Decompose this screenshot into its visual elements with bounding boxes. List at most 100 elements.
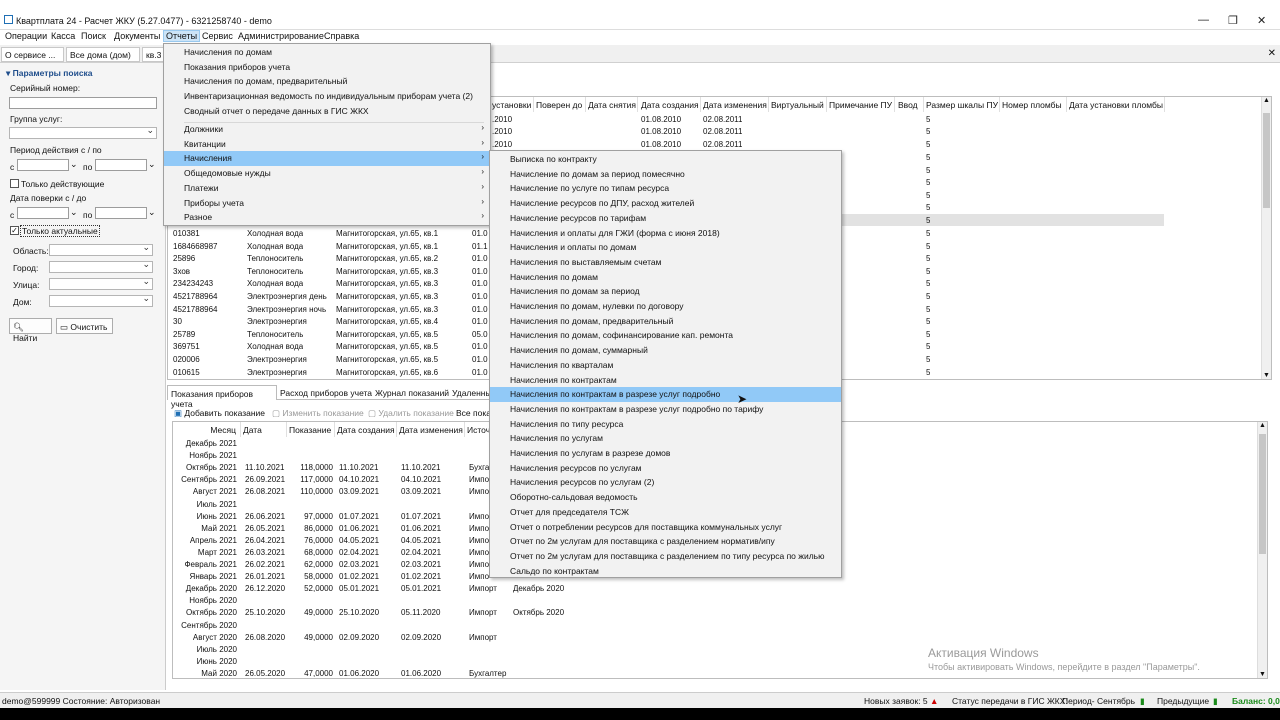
period-to-dropdown-icon[interactable]: ⌄ bbox=[148, 159, 156, 170]
tab-all-houses[interactable]: Все дома (дом) bbox=[66, 47, 140, 62]
submenu-item[interactable]: Начисления по домам за период bbox=[490, 284, 841, 299]
menu-item-group[interactable]: Разное › bbox=[164, 210, 490, 225]
menu-item-report[interactable]: Начисления по домам bbox=[164, 45, 490, 60]
close-icon[interactable]: ✕ bbox=[1257, 14, 1266, 27]
tab-about[interactable]: О сервисе ... bbox=[1, 47, 64, 62]
status-new-requests[interactable]: Новых заявок: 5 bbox=[864, 696, 928, 706]
menu-search[interactable]: Поиск bbox=[79, 31, 108, 41]
menu-item-group[interactable]: Начисления › bbox=[164, 151, 490, 167]
menu-kassa[interactable]: Касса bbox=[49, 31, 77, 41]
only-active-checkbox[interactable] bbox=[10, 179, 19, 188]
tab-deleted[interactable]: Удаленны bbox=[452, 387, 492, 398]
menu-documents[interactable]: Документы bbox=[112, 31, 162, 41]
submenu-item[interactable]: Начисления и оплаты по домам bbox=[490, 240, 841, 255]
submenu-item[interactable]: Начисления по домам, предварительный bbox=[490, 314, 841, 329]
tab-journal[interactable]: Журнал показаний bbox=[375, 387, 449, 398]
search-panel-title[interactable]: ▾ Параметры поиска bbox=[6, 68, 93, 79]
col-month[interactable]: Месяц bbox=[173, 422, 241, 437]
readings-scrollbar[interactable]: ▲ ▼ bbox=[1257, 422, 1267, 678]
col-note[interactable]: Примечание ПУ bbox=[829, 97, 895, 112]
verify-from-dropdown-icon[interactable]: ⌄ bbox=[70, 207, 78, 218]
verify-to-dropdown-icon[interactable]: ⌄ bbox=[148, 207, 156, 218]
edit-reading-button[interactable]: ▢ Изменить показание bbox=[272, 408, 364, 419]
submenu-item[interactable]: Начисление по услуге по типам ресурса bbox=[490, 181, 841, 196]
submenu-item[interactable]: Сальдо по контрактам bbox=[490, 564, 841, 579]
col-removal-date[interactable]: Дата снятия bbox=[588, 97, 638, 112]
submenu-item[interactable]: Начисления по услугам bbox=[490, 431, 841, 446]
city-select[interactable] bbox=[49, 259, 153, 273]
submenu-item[interactable]: Начисления по контрактам в разрезе услуг… bbox=[490, 402, 841, 417]
col-scale[interactable]: Размер шкалы ПУ bbox=[926, 97, 1000, 112]
find-button[interactable]: 🔍︎ Найти bbox=[9, 318, 52, 343]
submenu-item[interactable]: Начисления по домам bbox=[490, 270, 841, 285]
col-virtual[interactable]: Виртуальный bbox=[771, 97, 827, 112]
submenu-item[interactable]: Начисление ресурсов по тарифам bbox=[490, 211, 841, 226]
menu-item-report[interactable]: Показания приборов учета bbox=[164, 60, 490, 75]
submenu-item[interactable]: Начисление ресурсов по ДПУ, расход жител… bbox=[490, 196, 841, 211]
submenu-item[interactable]: Начисления по выставляемым счетам bbox=[490, 255, 841, 270]
submenu-item[interactable]: Отчет по 2м услугам для поставщика с раз… bbox=[490, 534, 841, 549]
menu-admin[interactable]: Администрирование bbox=[236, 31, 326, 41]
col-modified[interactable]: Дата изменения bbox=[703, 97, 769, 112]
submenu-item[interactable]: Начисления ресурсов по услугам bbox=[490, 461, 841, 476]
menu-help[interactable]: Справка bbox=[322, 31, 361, 41]
period-from-input[interactable] bbox=[17, 159, 69, 171]
tab-readings[interactable]: Показания приборов учета bbox=[167, 385, 277, 409]
menu-item-report[interactable]: Начисления по домам, предварительный bbox=[164, 74, 490, 89]
menu-item-report[interactable]: Инвентаризационная ведомость по индивиду… bbox=[164, 89, 490, 104]
only-actual-checkbox[interactable]: ✓ bbox=[10, 226, 19, 235]
submenu-item[interactable]: Выписка по контракту bbox=[490, 152, 841, 167]
meters-scrollbar[interactable]: ▲ ▼ bbox=[1261, 97, 1271, 379]
submenu-item[interactable]: Оборотно-сальдовая ведомость bbox=[490, 490, 841, 505]
tab-apartment[interactable]: кв.3 bbox=[142, 47, 164, 62]
verify-to-input[interactable] bbox=[95, 207, 147, 219]
minimize-icon[interactable]: — bbox=[1198, 14, 1209, 26]
tab-close-icon[interactable]: ✕ bbox=[1268, 48, 1276, 59]
submenu-item[interactable]: Начисления по домам, нулевки по договору bbox=[490, 299, 841, 314]
submenu-item[interactable]: Отчет о потреблении ресурсов для поставщ… bbox=[490, 520, 841, 535]
group-select[interactable] bbox=[9, 125, 157, 139]
menu-reports[interactable]: Отчеты bbox=[163, 30, 201, 42]
scroll-up-icon[interactable]: ▲ bbox=[1263, 97, 1270, 104]
submenu-item[interactable]: Отчет для председателя ТСЖ bbox=[490, 505, 841, 520]
scroll-down-icon[interactable]: ▼ bbox=[1263, 372, 1270, 379]
period-to-input[interactable] bbox=[95, 159, 147, 171]
scroll-up-icon[interactable]: ▲ bbox=[1259, 422, 1266, 429]
submenu-item[interactable]: Отчет по 2м услугам для поставщика с раз… bbox=[490, 549, 841, 564]
menu-item-report[interactable]: Сводный отчет о передаче данных в ГИС ЖК… bbox=[164, 104, 490, 119]
status-prev[interactable]: Предыдущие bbox=[1157, 696, 1209, 706]
submenu-item[interactable]: Начисления по домам, софинансирование ка… bbox=[490, 328, 841, 343]
serial-input[interactable] bbox=[9, 97, 157, 109]
submenu-item[interactable]: Начисления по контрактам в разрезе услуг… bbox=[490, 387, 841, 403]
menu-item-group[interactable]: Общедомовые нужды › bbox=[164, 166, 490, 181]
submenu-item[interactable]: Начисление по домам за период помесячно bbox=[490, 167, 841, 182]
col-seal[interactable]: Номер пломбы bbox=[1002, 97, 1067, 112]
submenu-item[interactable]: Начисления по услугам в разрезе домов bbox=[490, 446, 841, 461]
tab-consumption[interactable]: Расход приборов учета bbox=[280, 387, 372, 398]
clear-button[interactable]: ▭ Очистить bbox=[56, 318, 113, 334]
submenu-item[interactable]: Начисления по кварталам bbox=[490, 358, 841, 373]
verify-from-input[interactable] bbox=[17, 207, 69, 219]
scroll-down-icon[interactable]: ▼ bbox=[1259, 671, 1266, 678]
menu-service[interactable]: Сервис bbox=[200, 31, 235, 41]
house-select[interactable] bbox=[49, 293, 153, 307]
col-created[interactable]: Дата создания bbox=[641, 97, 701, 112]
area-select[interactable] bbox=[49, 242, 153, 256]
add-reading-button[interactable]: ▣ Добавить показание bbox=[174, 408, 265, 419]
submenu-item[interactable]: Начисления по домам, суммарный bbox=[490, 343, 841, 358]
col-verified-until[interactable]: Поверен до bbox=[536, 97, 586, 112]
col-input[interactable]: Ввод bbox=[898, 97, 924, 112]
menu-item-group[interactable]: Платежи › bbox=[164, 181, 490, 196]
delete-reading-button[interactable]: ▢ Удалить показание bbox=[368, 408, 454, 419]
submenu-item[interactable]: Начисления по типу ресурса bbox=[490, 417, 841, 432]
col-modified[interactable]: Дата изменения bbox=[399, 422, 465, 437]
period-from-dropdown-icon[interactable]: ⌄ bbox=[70, 159, 78, 170]
menu-operations[interactable]: Операции bbox=[3, 31, 49, 41]
col-install-date[interactable]: установки bbox=[492, 97, 534, 112]
col-date[interactable]: Дата bbox=[243, 422, 287, 437]
submenu-item[interactable]: Начисления ресурсов по услугам (2) bbox=[490, 475, 841, 490]
scroll-thumb[interactable] bbox=[1259, 434, 1266, 554]
menu-item-group[interactable]: Квитанции › bbox=[164, 137, 490, 152]
submenu-item[interactable]: Начисления по контрактам bbox=[490, 373, 841, 388]
menu-item-group[interactable]: Должники › bbox=[164, 122, 490, 137]
